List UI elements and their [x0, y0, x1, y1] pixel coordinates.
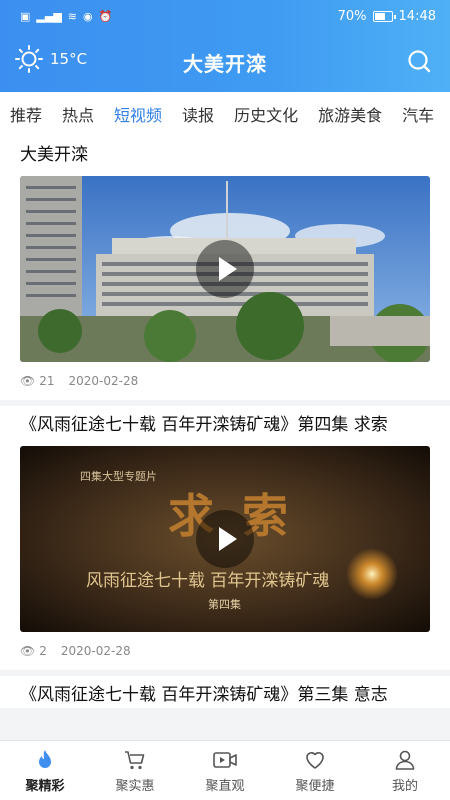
poster-episode: 第四集	[208, 598, 241, 611]
alarm-icon: ⏰	[98, 9, 113, 23]
view-count: 21	[39, 374, 55, 388]
cart-icon	[125, 750, 145, 769]
status-bar: ▣ ▂▄▆ ≋ ◉ ⏰ 70% 14:48	[0, 0, 450, 32]
publish-date: 2020-02-28	[60, 644, 131, 658]
app-bar: 15°C 大美开滦	[0, 32, 450, 92]
nav-convenience[interactable]: 聚便捷	[270, 741, 360, 800]
sim-icon: ▣	[20, 9, 31, 23]
views-icon: 👁	[20, 374, 36, 388]
header: ▣ ▂▄▆ ≋ ◉ ⏰ 70% 14:48 15°C 大美开滦	[0, 0, 450, 92]
video-thumbnail[interactable]: 四集大型专题片 求索 风雨征途七十载 百年开滦铸矿魂 第四集	[20, 446, 430, 632]
category-tabs: 推荐 热点 短视频 读报 历史文化 旅游美食 汽车	[0, 92, 450, 136]
search-icon[interactable]	[406, 48, 432, 74]
video-card[interactable]: 大美开滦 👁 21 2020-02-28	[0, 136, 450, 400]
heart-icon	[306, 751, 324, 769]
view-count: 2	[39, 644, 47, 658]
signal-icon: ▂▄▆	[36, 9, 62, 23]
nav-highlights[interactable]: 聚精彩	[0, 741, 90, 800]
nav-live[interactable]: 聚直观	[180, 741, 270, 800]
video-feed: 大美开滦 👁 21 2020-02-28 《风雨征途七十载 百年开滦铸矿魂》第四…	[0, 136, 450, 740]
temperature: 15°C	[50, 50, 88, 68]
weather[interactable]: 15°C	[14, 44, 87, 74]
tab-auto[interactable]: 汽车	[402, 102, 434, 126]
flame-icon	[39, 749, 51, 768]
poster-top-line: 四集大型专题片	[80, 470, 157, 483]
status-icons-left: ▣ ▂▄▆ ≋ ◉ ⏰	[20, 11, 112, 22]
video-icon	[213, 751, 237, 768]
battery-fill	[374, 12, 386, 20]
battery-icon	[372, 10, 396, 22]
views-icon: 👁	[20, 644, 36, 658]
nav-mine[interactable]: 我的	[360, 741, 450, 800]
bottom-nav: 聚精彩 聚实惠 聚直观 聚便捷 我的	[0, 740, 450, 800]
video-title[interactable]: 《风雨征途七十载 百年开滦铸矿魂》第三集 意志	[20, 682, 430, 708]
tab-hot[interactable]: 热点	[62, 102, 94, 126]
video-meta: 👁 21 2020-02-28	[20, 362, 430, 400]
video-title[interactable]: 大美开滦	[20, 142, 430, 168]
video-card[interactable]: 《风雨征途七十载 百年开滦铸矿魂》第三集 意志	[0, 676, 450, 708]
nav-label: 聚便捷	[295, 778, 335, 794]
video-title[interactable]: 《风雨征途七十载 百年开滦铸矿魂》第四集 求索	[20, 412, 430, 438]
nav-deals[interactable]: 聚实惠	[90, 741, 180, 800]
play-button[interactable]	[196, 240, 254, 298]
video-meta: 👁 2 2020-02-28	[20, 632, 430, 670]
status-icons-right: 70% 14:48	[338, 9, 436, 24]
publish-date: 2020-02-28	[68, 374, 139, 388]
video-card[interactable]: 《风雨征途七十载 百年开滦铸矿魂》第四集 求索 四集大型专题片 求索 风雨征途七…	[0, 406, 450, 670]
status-time: 14:48	[398, 8, 436, 24]
tab-newspaper[interactable]: 读报	[182, 102, 214, 126]
nav-label: 我的	[391, 778, 418, 794]
tab-travel-food[interactable]: 旅游美食	[318, 102, 382, 126]
poster-subtitle: 风雨征途七十载 百年开滦铸矿魂	[86, 571, 330, 591]
tab-history-culture[interactable]: 历史文化	[234, 102, 298, 126]
wifi-icon: ≋	[67, 9, 78, 23]
nav-label: 聚实惠	[115, 778, 155, 794]
nav-label: 聚精彩	[25, 778, 65, 794]
tab-short-video[interactable]: 短视频	[114, 102, 162, 126]
person-icon	[395, 750, 415, 770]
sun-icon	[15, 45, 43, 73]
video-thumbnail[interactable]	[20, 176, 430, 362]
nav-label: 聚直观	[205, 778, 245, 794]
battery-percent: 70%	[337, 8, 367, 24]
play-button[interactable]	[196, 510, 254, 568]
tab-recommend[interactable]: 推荐	[10, 102, 42, 126]
eye-icon: ◉	[83, 9, 93, 23]
